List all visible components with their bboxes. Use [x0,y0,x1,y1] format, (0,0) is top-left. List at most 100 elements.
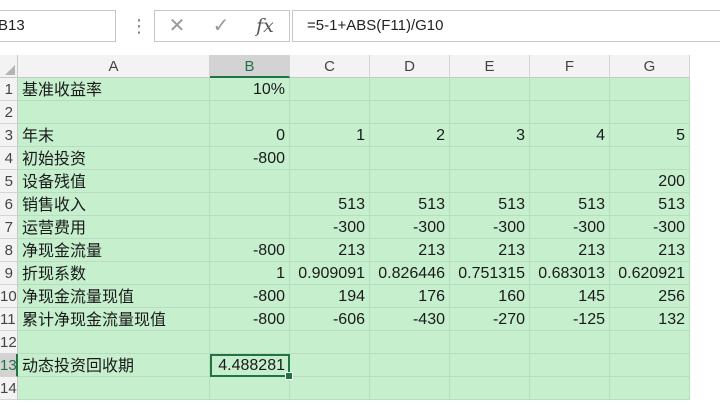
cell-b8[interactable]: -800 [210,239,290,262]
cell-a3[interactable]: 年末 [18,124,210,147]
cell-f3[interactable]: 4 [530,124,610,147]
cell-e14[interactable] [450,377,530,400]
cell-f8[interactable]: 213 [530,239,610,262]
cell-f1[interactable] [530,78,610,101]
cell-c2[interactable] [290,101,370,124]
column-header-f[interactable]: F [530,55,610,78]
cell-c10[interactable]: 194 [290,285,370,308]
cell-c11[interactable]: -606 [290,308,370,331]
cell-c9[interactable]: 0.909091 [290,262,370,285]
cell-e4[interactable] [450,147,530,170]
cell-g1[interactable] [610,78,690,101]
row-header-8[interactable]: 8 [0,239,18,262]
cell-e13[interactable] [450,354,530,377]
cell-f9[interactable]: 0.683013 [530,262,610,285]
name-box[interactable]: B13 [0,10,116,42]
row-header-13[interactable]: 13 [0,354,18,377]
cell-e5[interactable] [450,170,530,193]
cell-b3[interactable]: 0 [210,124,290,147]
row-header-6[interactable]: 6 [0,193,18,216]
cell-c12[interactable] [290,331,370,354]
cell-c1[interactable] [290,78,370,101]
cell-f5[interactable] [530,170,610,193]
cell-b14[interactable] [210,377,290,400]
row-header-12[interactable]: 12 [0,331,18,354]
cell-g5[interactable]: 200 [610,170,690,193]
cell-b6[interactable] [210,193,290,216]
column-header-a[interactable]: A [18,55,210,78]
cell-a1[interactable]: 基准收益率 [18,78,210,101]
cell-a12[interactable] [18,331,210,354]
cell-e11[interactable]: -270 [450,308,530,331]
cell-d12[interactable] [370,331,450,354]
cell-g14[interactable] [610,377,690,400]
cell-d14[interactable] [370,377,450,400]
cell-a2[interactable] [18,101,210,124]
cell-a13[interactable]: 动态投资回收期 [18,354,210,377]
column-header-g[interactable]: G [610,55,690,78]
cell-f6[interactable]: 513 [530,193,610,216]
cell-f2[interactable] [530,101,610,124]
cell-f12[interactable] [530,331,610,354]
cell-d13[interactable] [370,354,450,377]
cell-d10[interactable]: 176 [370,285,450,308]
cell-a9[interactable]: 折现系数 [18,262,210,285]
insert-function-button[interactable]: fx [245,11,285,41]
cell-g2[interactable] [610,101,690,124]
cell-c4[interactable] [290,147,370,170]
cell-g11[interactable]: 132 [610,308,690,331]
cell-d9[interactable]: 0.826446 [370,262,450,285]
cell-d3[interactable]: 2 [370,124,450,147]
cell-g6[interactable]: 513 [610,193,690,216]
row-header-4[interactable]: 4 [0,147,18,170]
cell-a11[interactable]: 累计净现金流量现值 [18,308,210,331]
cell-c7[interactable]: -300 [290,216,370,239]
cell-g8[interactable]: 213 [610,239,690,262]
row-header-1[interactable]: 1 [0,78,18,101]
column-header-d[interactable]: D [370,55,450,78]
cell-e3[interactable]: 3 [450,124,530,147]
cell-c13[interactable] [290,354,370,377]
cell-f10[interactable]: 145 [530,285,610,308]
row-header-10[interactable]: 10 [0,285,18,308]
cell-d8[interactable]: 213 [370,239,450,262]
cell-c3[interactable]: 1 [290,124,370,147]
row-header-2[interactable]: 2 [0,101,18,124]
column-header-e[interactable]: E [450,55,530,78]
cell-d7[interactable]: -300 [370,216,450,239]
enter-icon[interactable]: ✓ [201,11,241,41]
cell-b12[interactable] [210,331,290,354]
row-header-9[interactable]: 9 [0,262,18,285]
more-options-icon[interactable]: ⋮ [130,14,148,38]
row-header-5[interactable]: 5 [0,170,18,193]
cell-b4[interactable]: -800 [210,147,290,170]
cell-g4[interactable] [610,147,690,170]
cell-a5[interactable]: 设备残值 [18,170,210,193]
row-header-7[interactable]: 7 [0,216,18,239]
cell-d4[interactable] [370,147,450,170]
row-header-3[interactable]: 3 [0,124,18,147]
formula-input[interactable]: =5-1+ABS(F11)/G10 [292,10,720,42]
cell-e8[interactable]: 213 [450,239,530,262]
cell-a4[interactable]: 初始投资 [18,147,210,170]
cell-d11[interactable]: -430 [370,308,450,331]
cell-c8[interactable]: 213 [290,239,370,262]
cell-e6[interactable]: 513 [450,193,530,216]
cell-b9[interactable]: 1 [210,262,290,285]
cell-e2[interactable] [450,101,530,124]
cell-e9[interactable]: 0.751315 [450,262,530,285]
cell-b7[interactable] [210,216,290,239]
column-header-c[interactable]: C [290,55,370,78]
cell-f11[interactable]: -125 [530,308,610,331]
cell-a7[interactable]: 运营费用 [18,216,210,239]
select-all-button[interactable] [0,55,18,78]
cell-c6[interactable]: 513 [290,193,370,216]
cell-g9[interactable]: 0.620921 [610,262,690,285]
cell-g3[interactable]: 5 [610,124,690,147]
cell-b11[interactable]: -800 [210,308,290,331]
row-header-11[interactable]: 11 [0,308,18,331]
cell-b1[interactable]: 10% [210,78,290,101]
cell-a10[interactable]: 净现金流量现值 [18,285,210,308]
cell-e12[interactable] [450,331,530,354]
cell-d2[interactable] [370,101,450,124]
